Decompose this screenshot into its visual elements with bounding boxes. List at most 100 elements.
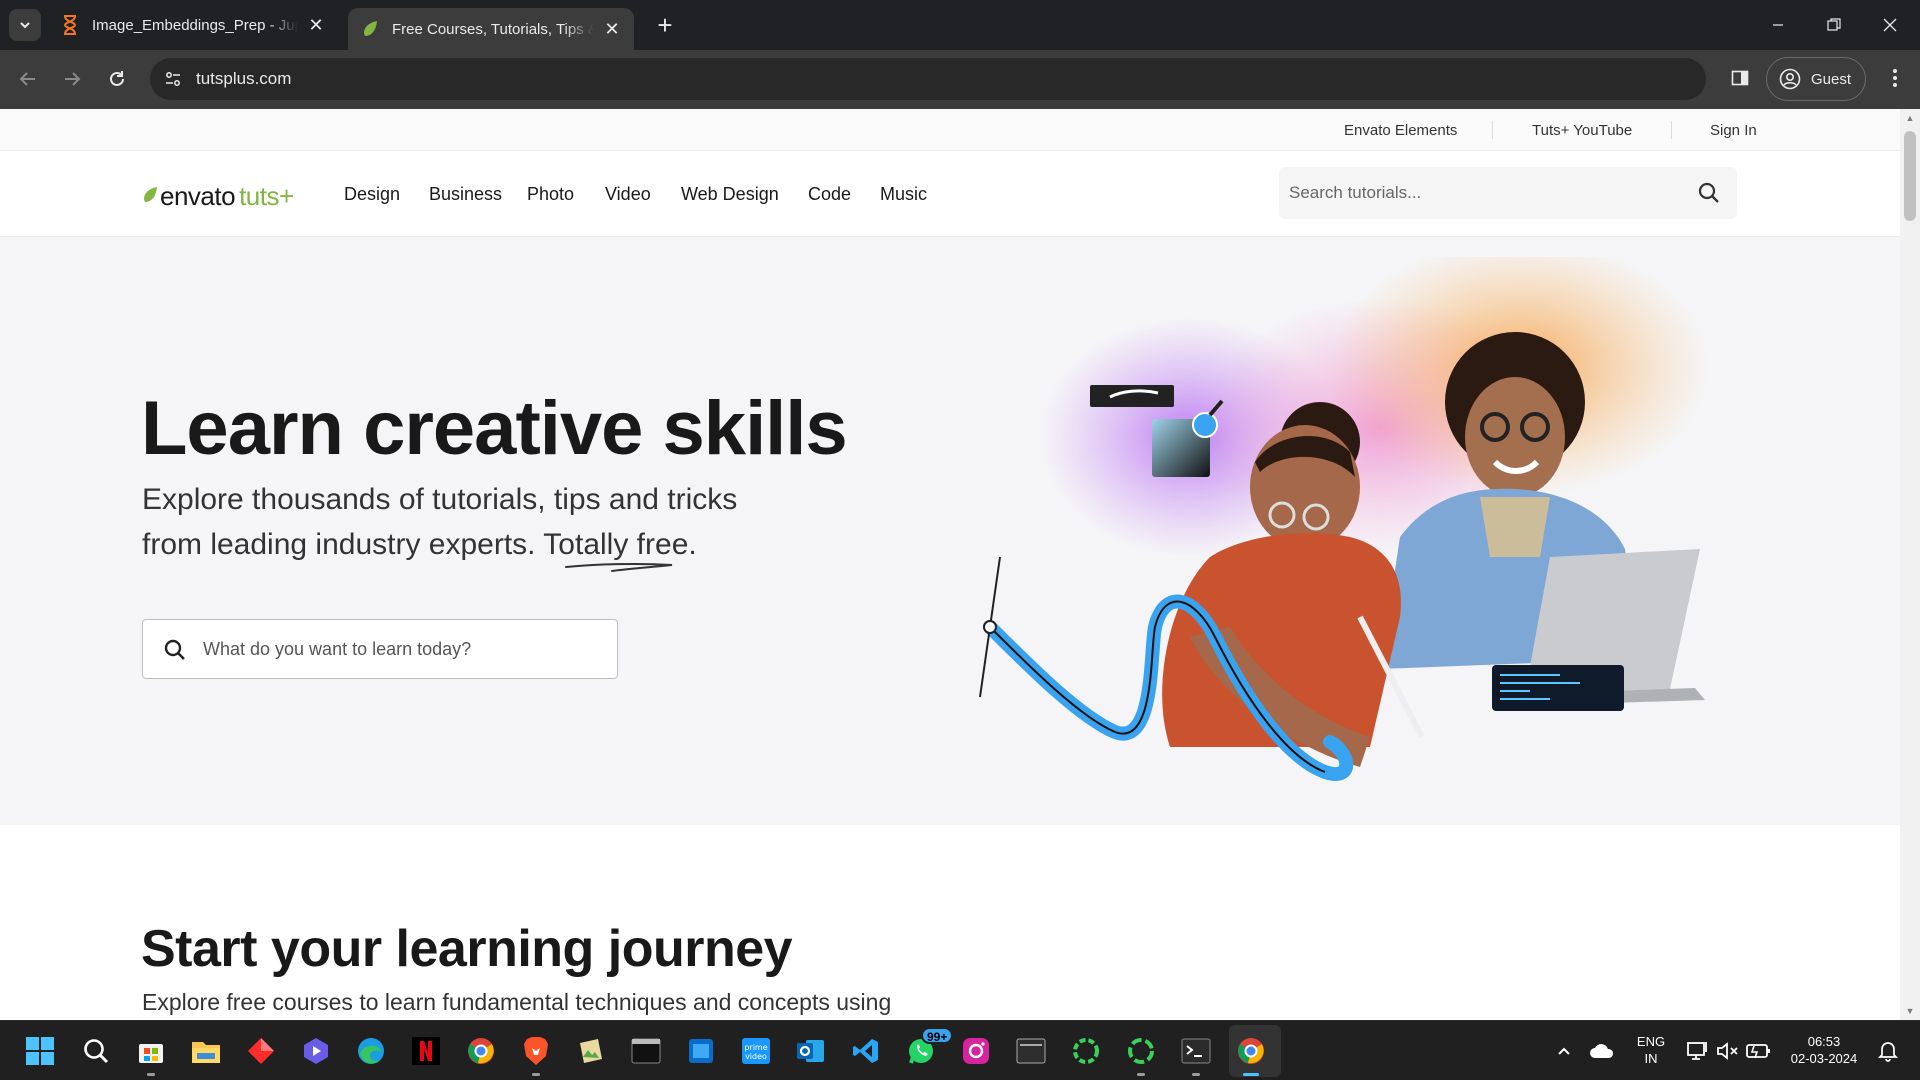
file-explorer-icon[interactable] — [188, 1033, 224, 1069]
input-language-indicator[interactable]: ENG IN — [1628, 1033, 1674, 1067]
hero-section: Learn creative skills Explore thousands … — [0, 237, 1900, 825]
tab-title: Image_Embeddings_Prep - Jupyter — [92, 16, 298, 34]
logo-tuts-text: tuts+ — [239, 181, 294, 211]
notification-bell-icon[interactable] — [1870, 1033, 1906, 1069]
restore-icon[interactable] — [1820, 12, 1848, 38]
clock[interactable]: 06:53 02-03-2024 — [1778, 1033, 1870, 1067]
language-label: ENG — [1636, 1034, 1666, 1049]
notification-badge: 99+ — [921, 1027, 954, 1044]
nav-code[interactable]: Code — [808, 184, 851, 205]
windows-app-icon[interactable] — [683, 1033, 719, 1069]
new-tab-button[interactable]: + — [652, 10, 678, 40]
brave-browser-icon[interactable] — [518, 1033, 554, 1076]
person-circle-icon — [1779, 68, 1801, 90]
browser-tab-strip: Image_Embeddings_Prep - Jupyter ✕ Free C… — [0, 0, 1920, 50]
sign-in-link[interactable]: Sign In — [1710, 122, 1757, 139]
nav-photo[interactable]: Photo — [527, 184, 574, 205]
loading-ring-icon[interactable] — [1068, 1033, 1104, 1069]
minimize-icon[interactable] — [1764, 12, 1792, 38]
reload-icon[interactable] — [102, 64, 132, 94]
tab-tutsplus[interactable]: Free Courses, Tutorials, Tips & Tricks ✕ — [348, 8, 634, 50]
app-red-diamond-icon[interactable] — [243, 1033, 279, 1069]
hero-search-box — [142, 619, 618, 679]
chrome-icon[interactable] — [1233, 1033, 1269, 1076]
onedrive-cloud-icon[interactable] — [1584, 1033, 1620, 1069]
back-arrow-icon[interactable] — [13, 64, 43, 94]
site-header: envato tuts+ Design Business Photo Video… — [0, 151, 1900, 237]
jupyter-hourglass-icon — [60, 15, 80, 35]
tab-title: Free Courses, Tutorials, Tips & Tricks — [392, 20, 594, 38]
kebab-menu-icon[interactable] — [1880, 63, 1910, 93]
scroll-up-arrow-icon[interactable]: ▲ — [1905, 113, 1915, 123]
instagram-icon[interactable] — [958, 1033, 994, 1069]
tuts-youtube-link[interactable]: Tuts+ YouTube — [1532, 122, 1632, 139]
prime-video-icon[interactable]: prime video — [738, 1033, 774, 1069]
site-info-icon[interactable] — [158, 64, 188, 94]
nav-business[interactable]: Business — [429, 184, 502, 205]
app-purple-hex-icon[interactable] — [298, 1033, 334, 1069]
svg-text:video: video — [745, 1052, 767, 1061]
window-close-icon[interactable] — [1876, 12, 1904, 38]
nav-web-design[interactable]: Web Design — [681, 184, 779, 205]
hero-subtitle: Explore thousands of tutorials, tips and… — [142, 477, 782, 567]
color-picker-dot — [1192, 412, 1218, 438]
running-indicator — [532, 1073, 540, 1076]
running-indicator — [1192, 1073, 1200, 1076]
url-text: tutsplus.com — [196, 69, 292, 88]
search-icon[interactable] — [78, 1033, 114, 1069]
loading-ring-icon[interactable] — [1123, 1033, 1159, 1076]
photos-app-icon[interactable] — [573, 1033, 609, 1069]
section-subtitle: Explore free courses to learn fundamenta… — [142, 989, 892, 1015]
chevron-up-icon[interactable] — [1546, 1033, 1582, 1069]
search-icon[interactable] — [1697, 181, 1721, 205]
hero-subtitle-line: Explore thousands of tutorials, tips and… — [142, 483, 738, 516]
envato-leaf-icon — [144, 187, 157, 202]
learn-search-input[interactable] — [203, 620, 603, 678]
outlook-icon[interactable] — [793, 1033, 829, 1069]
envato-elements-link[interactable]: Envato Elements — [1344, 122, 1457, 139]
search-icon — [164, 639, 185, 660]
hero-title: Learn creative skills — [141, 386, 848, 471]
netflix-icon[interactable] — [408, 1033, 444, 1069]
scrollbar-thumb[interactable] — [1904, 131, 1916, 221]
terminal-window-icon[interactable] — [628, 1033, 664, 1069]
windows-start-icon[interactable] — [22, 1033, 58, 1069]
side-panel-icon[interactable] — [1725, 63, 1755, 93]
man-face — [1465, 377, 1565, 497]
forward-arrow-icon[interactable] — [57, 64, 87, 94]
region-label: IN — [1644, 1051, 1658, 1066]
windows-taskbar: prime video 99+ ENG IN 06:53 02-03-2024 — [0, 1020, 1920, 1080]
close-icon[interactable]: ✕ — [602, 19, 622, 39]
tab-search-button[interactable] — [9, 9, 41, 41]
app-window-icon[interactable] — [1013, 1033, 1049, 1069]
battery-icon[interactable] — [1740, 1033, 1776, 1069]
nav-design[interactable]: Design — [344, 184, 400, 205]
vscode-icon[interactable] — [848, 1033, 884, 1069]
scroll-down-arrow-icon[interactable]: ▼ — [1905, 1006, 1915, 1016]
nav-music[interactable]: Music — [880, 184, 927, 205]
utility-bar: Envato Elements Tuts+ YouTube Sign In — [0, 109, 1900, 151]
nav-video[interactable]: Video — [605, 184, 651, 205]
tab-jupyter[interactable]: Image_Embeddings_Prep - Jupyter ✕ — [48, 8, 338, 42]
profile-button[interactable]: Guest — [1766, 57, 1866, 101]
clock-date: 02-03-2024 — [1790, 1051, 1858, 1066]
web-page: Envato Elements Tuts+ YouTube Sign In en… — [0, 109, 1900, 1020]
logo-envato-text: envato — [160, 181, 236, 211]
hero-illustration — [979, 257, 1710, 781]
profile-label: Guest — [1811, 70, 1852, 88]
chrome-icon[interactable] — [463, 1033, 499, 1069]
running-indicator — [1137, 1073, 1145, 1076]
page-scrollbar[interactable]: ▲ ▼ — [1900, 109, 1920, 1020]
divider — [1671, 121, 1672, 139]
search-tutorials-input[interactable] — [1279, 167, 1679, 219]
running-indicator — [147, 1073, 155, 1076]
envato-tuts-logo[interactable]: envato tuts+ — [142, 181, 294, 211]
whatsapp-icon[interactable]: 99+ — [903, 1027, 954, 1069]
address-bar[interactable]: tutsplus.com — [150, 58, 1706, 100]
close-icon[interactable]: ✕ — [306, 15, 326, 35]
terminal-icon[interactable] — [1178, 1033, 1214, 1076]
running-indicator — [1243, 1073, 1259, 1076]
microsoft-store-icon[interactable] — [133, 1033, 169, 1076]
edge-browser-icon[interactable] — [353, 1033, 389, 1069]
code-snippet-card — [1492, 665, 1624, 711]
